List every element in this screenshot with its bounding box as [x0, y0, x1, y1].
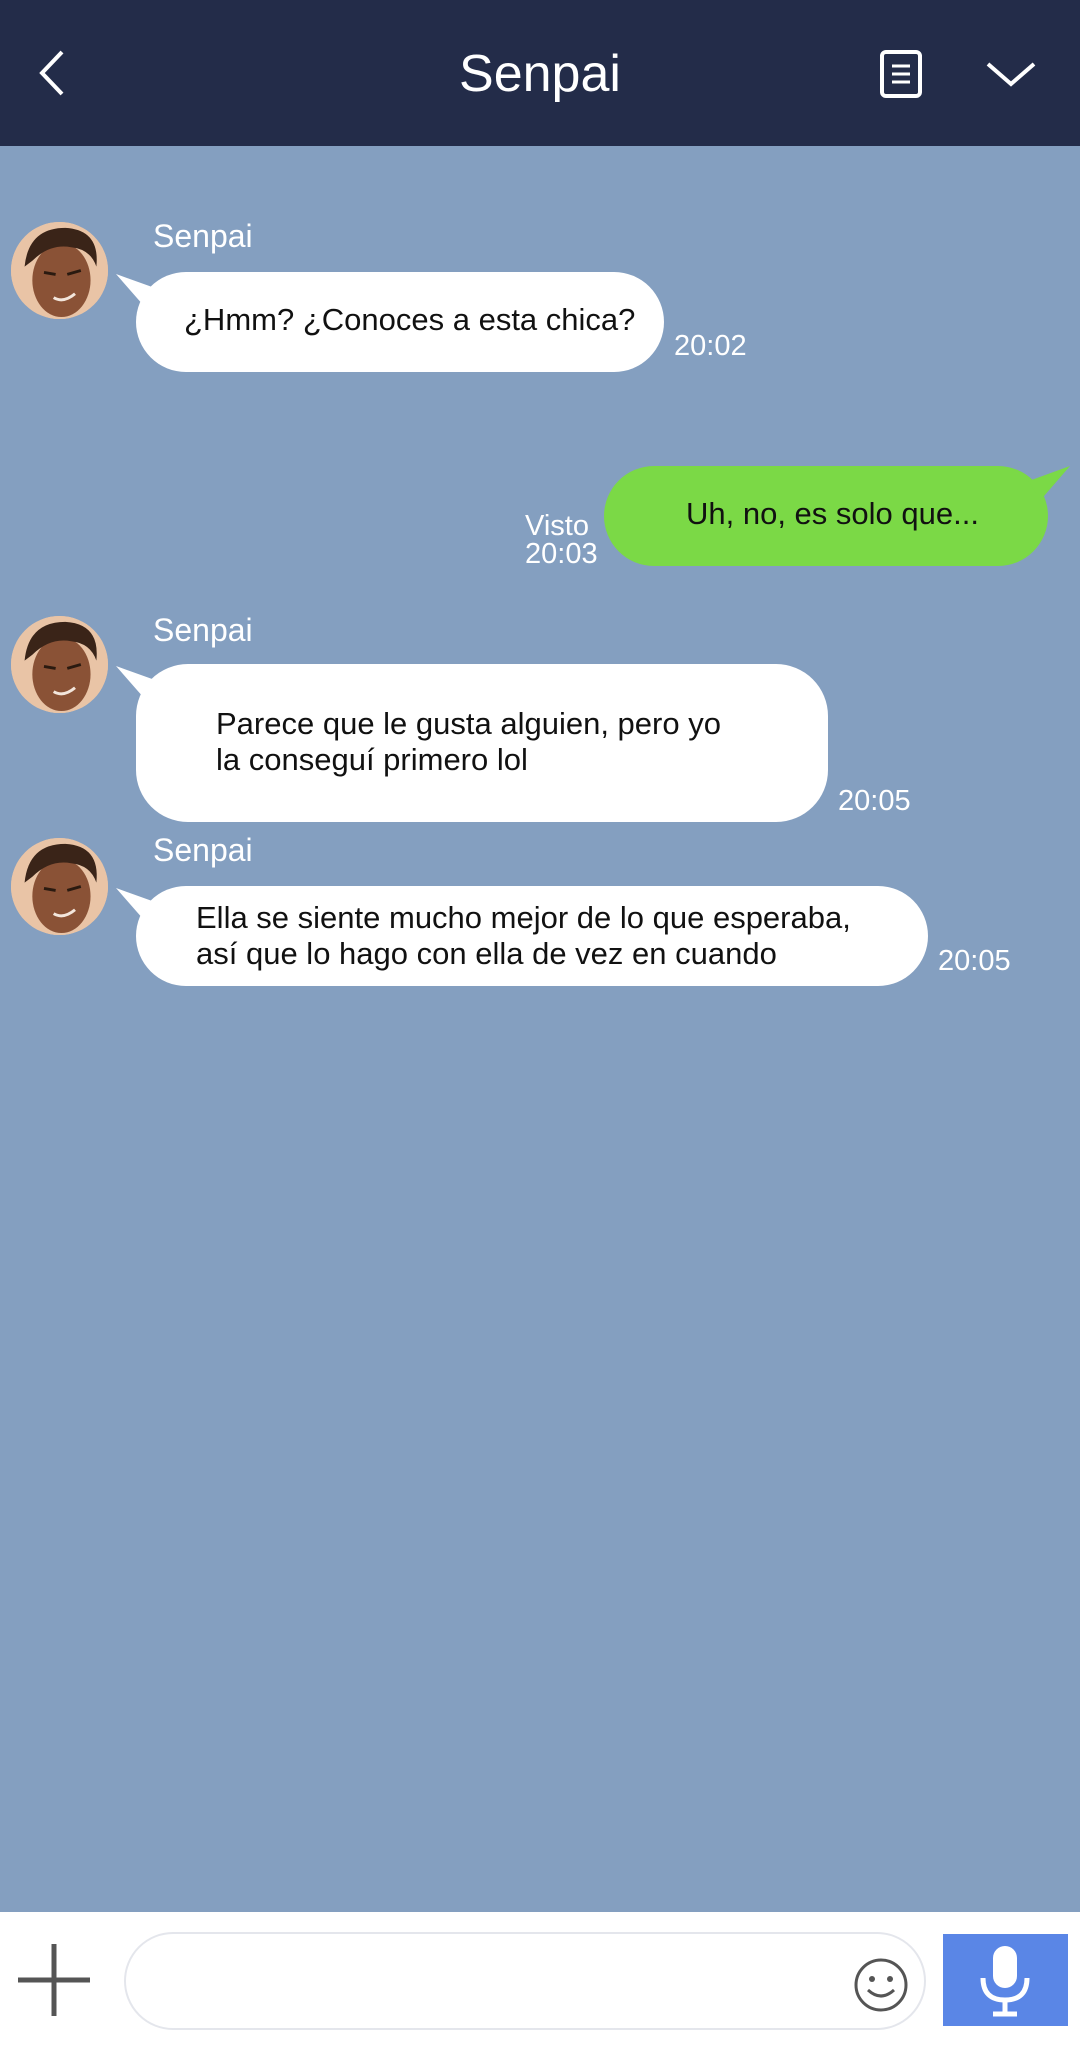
menu-button[interactable]: [976, 38, 1046, 108]
smiley-icon: [854, 1958, 908, 2012]
message-input[interactable]: [124, 1932, 926, 2030]
message-bubble[interactable]: Ella se siente mucho mejor de lo que esp…: [136, 886, 928, 986]
message-time: 20:03: [525, 538, 598, 570]
microphone-icon: [980, 1946, 1030, 2017]
voice-message-button[interactable]: [943, 1934, 1068, 2026]
avatar[interactable]: [11, 838, 108, 935]
senpai-avatar-icon: [11, 616, 108, 713]
notes-button[interactable]: [866, 38, 936, 108]
read-receipt: Visto 20:03: [525, 510, 598, 570]
message-text-line: Ella se siente mucho mejor de lo que esp…: [196, 900, 851, 935]
senpai-avatar-icon: [11, 838, 108, 935]
add-attachment-button[interactable]: [14, 1940, 94, 2020]
read-status: Visto: [525, 510, 589, 542]
sender-name: Senpai: [153, 218, 253, 254]
message-time: 20:02: [674, 330, 747, 362]
message-text: ¿Hmm? ¿Conoces a esta chica?: [184, 302, 636, 337]
notes-icon: [880, 50, 922, 98]
message-time: 20:05: [938, 945, 1011, 977]
plus-icon: [18, 1944, 90, 2016]
message-bubble[interactable]: ¿Hmm? ¿Conoces a esta chica?: [136, 272, 664, 372]
message-text-line: Parece que le gusta alguien, pero yo: [216, 706, 721, 741]
sender-name: Senpai: [153, 612, 253, 648]
senpai-avatar-icon: [11, 222, 108, 319]
chevron-down-icon: [986, 62, 1036, 87]
avatar[interactable]: [11, 616, 108, 713]
avatar[interactable]: [11, 222, 108, 319]
message-text-line: así que lo hago con ella de vez en cuand…: [196, 936, 777, 971]
composer-bar: [0, 1912, 1080, 2048]
message-bubble[interactable]: Parece que le gusta alguien, pero yo la …: [136, 664, 828, 822]
sender-name: Senpai: [153, 832, 253, 868]
chat-header: Senpai: [0, 0, 1080, 146]
message-bubble[interactable]: Uh, no, es solo que...: [604, 466, 1048, 566]
chat-area[interactable]: Senpai ¿Hmm? ¿Conoces a esta chica? 20:0…: [0, 146, 1080, 1912]
message-time: 20:05: [838, 785, 911, 817]
message-text-line: la conseguí primero lol: [216, 742, 528, 777]
emoji-button[interactable]: [852, 1956, 910, 2014]
message-text: Uh, no, es solo que...: [686, 496, 979, 531]
